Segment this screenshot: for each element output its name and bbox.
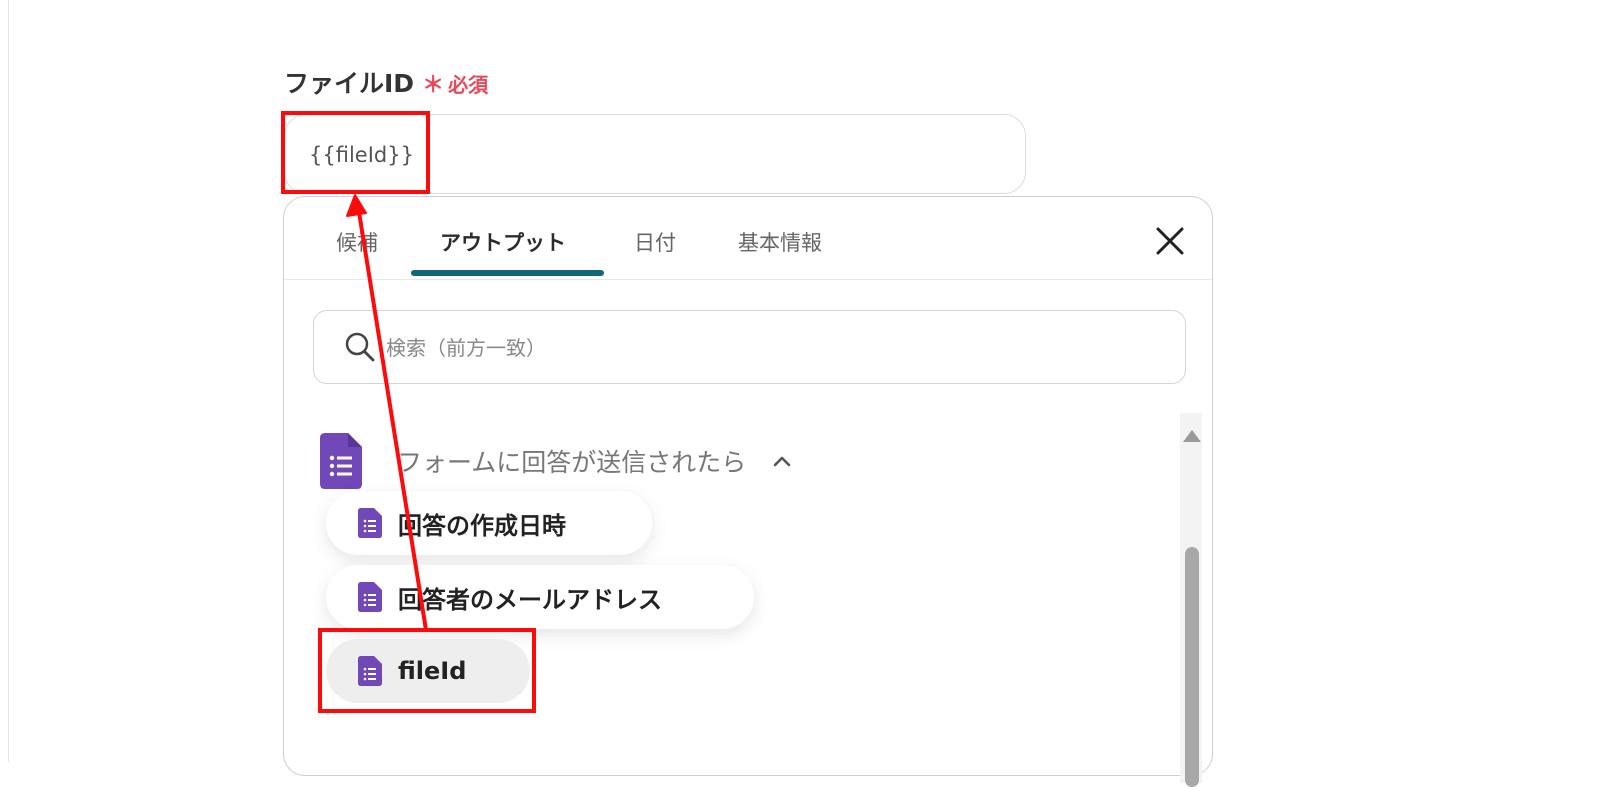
annotation-arrow (346, 194, 428, 632)
